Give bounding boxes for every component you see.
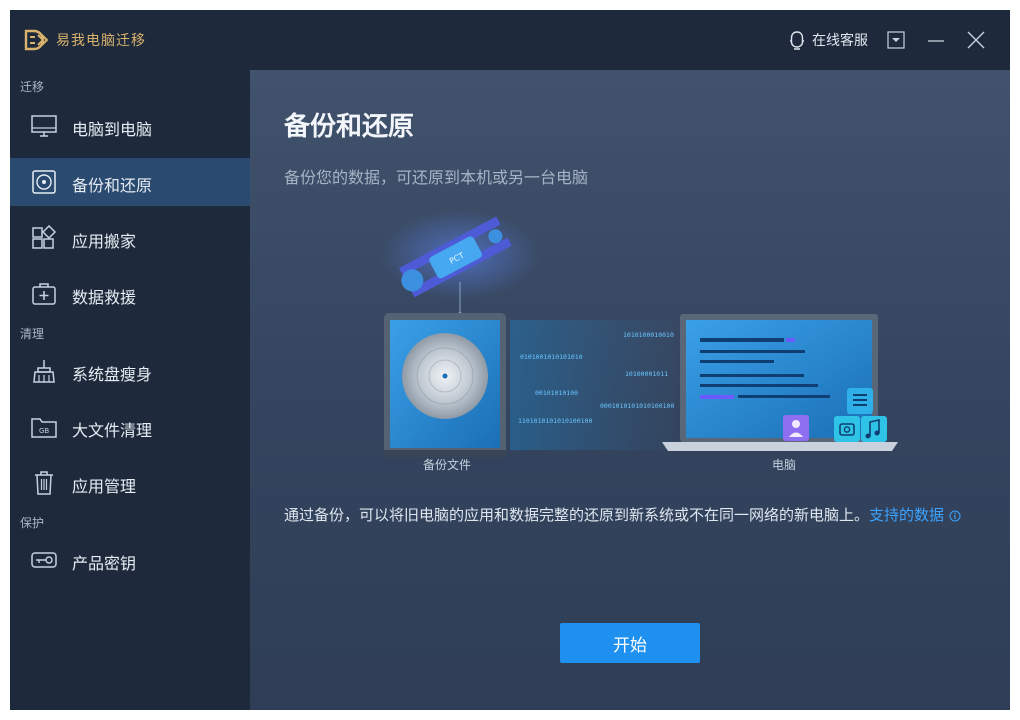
laptop-icon	[662, 314, 898, 451]
start-button[interactable]: 开始	[560, 623, 700, 663]
sidebar-item-pc-to-pc[interactable]: 电脑到电脑	[10, 102, 250, 150]
binary-line: 10100001011	[625, 370, 668, 378]
monitor-icon	[31, 115, 57, 137]
minimize-icon	[928, 40, 944, 42]
backup-file-caption: 备份文件	[423, 458, 472, 472]
page-title: 备份和还原	[284, 112, 415, 142]
sidebar-item-label: 大文件清理	[72, 421, 153, 440]
close-button[interactable]	[964, 28, 988, 52]
binary-line: 0101001010101010	[520, 353, 583, 361]
sidebar-item-app-migration[interactable]: 应用搬家	[10, 214, 250, 262]
minimize-button[interactable]	[924, 28, 948, 52]
sidebar-item-label: 系统盘瘦身	[72, 365, 153, 384]
dropdown-icon	[887, 31, 905, 49]
supported-data-link[interactable]: 支持的数据	[869, 506, 944, 524]
sidebar-item-label: 电脑到电脑	[72, 120, 153, 139]
sidebar-item-backup-restore[interactable]: 备份和还原	[10, 158, 250, 206]
support-label: 在线客服	[812, 33, 868, 49]
section-label-cleanup: 清理	[20, 327, 45, 341]
app-title: 易我电脑迁移	[56, 33, 146, 49]
apps-icon	[32, 225, 57, 249]
binary-line: 00101010100	[535, 389, 578, 397]
section-label-migrate: 迁移	[20, 80, 45, 94]
description-text: 通过备份，可以将旧电脑的应用和数据完整的还原到新系统或不在同一网络的新电脑上。支…	[284, 504, 984, 527]
sidebar-item-label: 产品密钥	[72, 554, 137, 573]
app-window: 易我电脑迁移 在线客服 迁移 电脑到电脑 备份和还原 应用搬家 数据救援 清理 …	[10, 10, 1010, 710]
pc-caption: 电脑	[772, 458, 797, 472]
app-logo-icon	[24, 29, 48, 51]
sidebar-item-label: 数据救援	[72, 288, 137, 307]
broom-icon	[33, 360, 55, 383]
backup-device	[384, 313, 506, 457]
backup-illustration: 1010100010010 0101001010101010 101000010…	[380, 210, 898, 457]
sidebar-item-label: 应用管理	[72, 477, 137, 496]
sidebar-item-data-rescue[interactable]: 数据救援	[10, 270, 250, 318]
sidebar-item-label: 备份和还原	[72, 176, 153, 195]
description-body: 通过备份，可以将旧电脑的应用和数据完整的还原到新系统或不在同一网络的新电脑上。	[284, 506, 870, 524]
sidebar-item-large-file-cleanup[interactable]: GB 大文件清理	[10, 403, 250, 451]
sidebar-item-system-slim[interactable]: 系统盘瘦身	[10, 347, 250, 395]
online-support-button[interactable]: 在线客服	[788, 30, 868, 50]
trash-icon	[35, 471, 53, 495]
gb-folder-icon: GB	[31, 418, 57, 438]
main-panel: 备份和还原 备份您的数据，可还原到本机或另一台电脑 1010100010010 …	[250, 70, 1010, 710]
section-label-protect: 保护	[20, 516, 45, 530]
first-aid-icon	[32, 283, 56, 305]
headset-icon	[790, 31, 804, 50]
title-bar: 易我电脑迁移 在线客服	[10, 10, 1010, 70]
binary-line: 1010100010010	[623, 331, 674, 339]
menu-dropdown-button[interactable]	[884, 28, 908, 52]
close-icon	[967, 31, 985, 49]
binary-line: 0001010101010100100	[600, 402, 674, 410]
sidebar-item-app-management[interactable]: 应用管理	[10, 459, 250, 507]
page-subtitle: 备份您的数据，可还原到本机或另一台电脑	[284, 168, 589, 187]
sidebar: 迁移 电脑到电脑 备份和还原 应用搬家 数据救援 清理 系统盘瘦身 GB 大文件…	[10, 70, 250, 710]
backup-disk-icon	[32, 170, 56, 194]
sidebar-item-label: 应用搬家	[72, 232, 137, 251]
key-icon	[31, 552, 57, 568]
data-beam	[510, 320, 675, 450]
sidebar-item-product-key[interactable]: 产品密钥	[10, 536, 250, 584]
binary-line: 1101010101010100100	[518, 417, 592, 425]
info-icon[interactable]	[949, 510, 961, 522]
svg-text:GB: GB	[39, 427, 49, 435]
